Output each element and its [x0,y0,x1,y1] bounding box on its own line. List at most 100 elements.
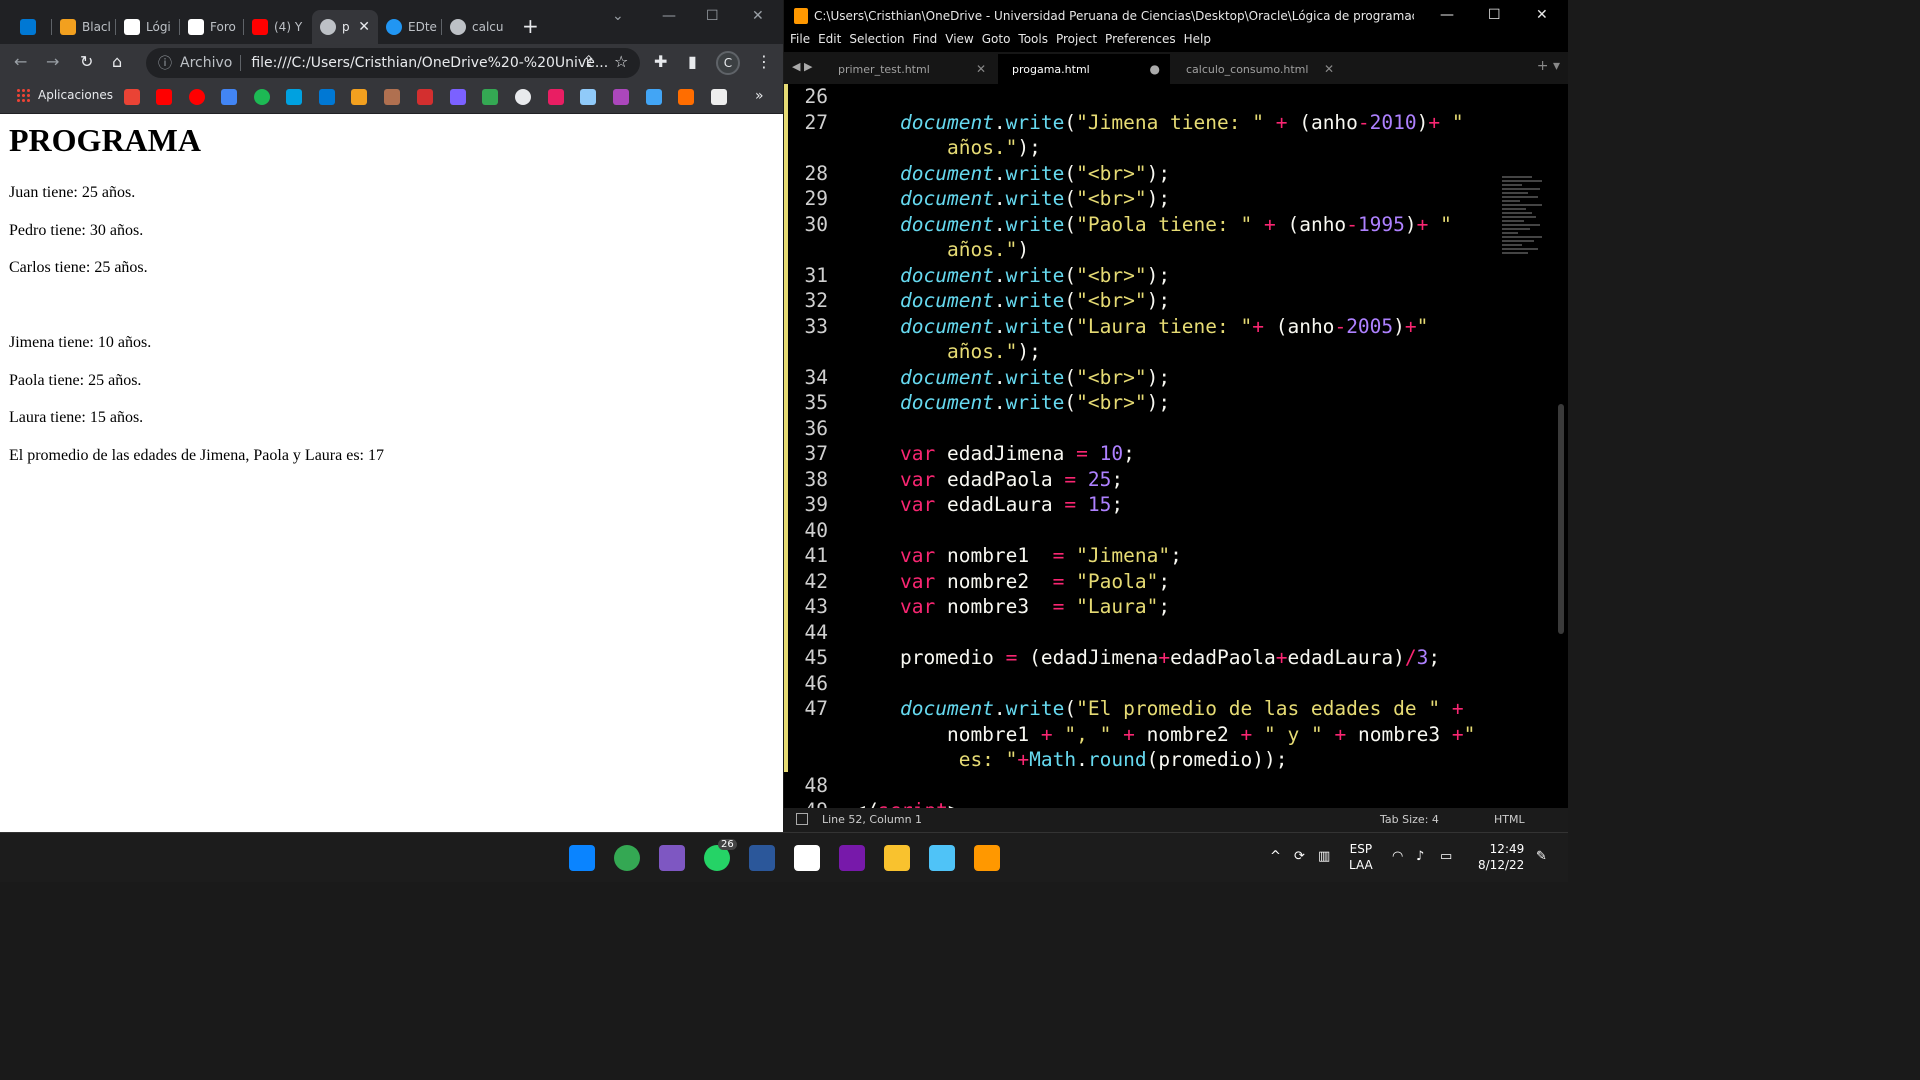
file-explorer-icon[interactable] [884,845,910,871]
performance-icon[interactable]: ▥ [1318,849,1330,864]
battery-icon[interactable]: ▭ [1440,849,1452,864]
browser-tab-8[interactable]: calcu [442,10,506,44]
menu-goto[interactable]: Goto [982,32,1011,52]
notion-icon[interactable] [794,845,820,871]
back-icon[interactable]: ← [14,52,27,71]
sync-icon[interactable]: ⟳ [1294,849,1305,864]
close-icon[interactable]: ✕ [976,62,986,76]
spotify-icon[interactable] [254,89,270,105]
drive-icon[interactable] [482,89,498,105]
browser-tab-2[interactable]: Blacl [52,10,116,44]
address-url: file:///C:/Users/Cristhian/OneDrive%20-%… [251,55,609,71]
status-bar: Line 52, Column 1 Tab Size: 4 HTML [784,808,1568,832]
bookmark-icon[interactable] [351,89,367,105]
browser-tab-outlook[interactable] [12,10,52,44]
taskbar: 26 ^ ⟳ ▥ ESP LAA ◠ ♪ ▭ 12:49 8/12/22 ✎ [0,832,1568,882]
tab-size[interactable]: Tab Size: 4 [1380,813,1439,826]
onenote-icon[interactable] [839,845,865,871]
language-indicator[interactable]: ESP LAA [1349,841,1373,873]
browser-tab-active[interactable]: p ✕ [312,10,378,44]
panel-toggle-icon[interactable] [796,813,808,825]
menu-find[interactable]: Find [913,32,938,52]
close-window-button[interactable]: ✕ [752,8,764,24]
address-bar[interactable]: ⓘ Archivo file:///C:/Users/Cristhian/One… [146,48,640,78]
youtube-music-icon[interactable] [189,89,205,105]
minimap[interactable] [1502,174,1546,294]
bookmark-icon[interactable] [548,89,564,105]
info-icon[interactable]: ⓘ [158,53,172,73]
close-icon[interactable]: ✕ [1324,62,1334,76]
translate-icon[interactable] [221,89,237,105]
salesforce-icon[interactable] [286,89,302,105]
code-line: 30 document.write("Paola tiene: " + (anho… [804,212,1452,236]
browser-tab-youtube[interactable]: (4) Y [244,10,310,44]
bookmark-icon[interactable] [613,89,629,105]
browser-tab-4[interactable]: Foro [180,10,244,44]
profile-avatar[interactable]: C [716,51,740,75]
wifi-icon[interactable]: ◠ [1392,849,1403,864]
home-icon[interactable]: ⌂ [112,52,122,71]
minimize-button[interactable]: — [662,8,676,24]
extensions-icon[interactable]: ✚ [654,52,667,71]
chrome-icon[interactable] [614,845,640,871]
bookmark-icon[interactable] [580,89,596,105]
code-area[interactable]: 26 27 document.write("Jimena tiene: " + (… [784,84,1568,808]
menu-tools[interactable]: Tools [1018,32,1048,52]
volume-icon[interactable]: ♪ [1416,849,1424,864]
menu-view[interactable]: View [945,32,973,52]
github-icon[interactable] [515,89,531,105]
menu-file[interactable]: File [790,32,810,52]
new-tab-button[interactable]: + [522,14,539,38]
syntax-mode[interactable]: HTML [1494,813,1525,826]
bookmark-star-icon[interactable]: ☆ [614,52,628,71]
tab-progama[interactable]: progama.html ● [998,54,1170,84]
menu-icon[interactable]: ⋮ [756,52,772,71]
sy-icon[interactable] [417,89,433,105]
forward-icon[interactable]: → [46,52,59,71]
close-window-button[interactable]: ✕ [1536,7,1548,23]
gear-bookmark-icon[interactable] [678,89,694,105]
modified-dot-icon[interactable]: ● [1150,62,1160,76]
tab-calculo-consumo[interactable]: calculo_consumo.html ✕ [1172,54,1344,84]
sublime-text-icon[interactable] [974,845,1000,871]
tray-overflow-icon[interactable]: ^ [1270,849,1281,864]
outlook-icon[interactable] [319,89,335,105]
minimize-button[interactable]: — [1440,7,1454,23]
side-panel-icon[interactable]: ▮ [688,52,697,71]
vertical-scrollbar[interactable] [1558,404,1564,634]
menu-help[interactable]: Help [1184,32,1211,52]
tab-primer-test[interactable]: primer_test.html ✕ [824,54,996,84]
bookmark-icon[interactable] [711,89,727,105]
maximize-button[interactable]: ☐ [706,8,719,24]
gmail-icon[interactable] [124,89,140,105]
menu-preferences[interactable]: Preferences [1105,32,1176,52]
tab-search-icon[interactable]: ⌄ [612,8,624,24]
visual-studio-icon[interactable] [659,845,685,871]
notifications-icon[interactable]: ✎ [1536,849,1547,864]
bookmark-apps[interactable]: Aplicaciones [16,88,113,102]
notepad-icon[interactable] [929,845,955,871]
clock[interactable]: 12:49 8/12/22 [1478,841,1524,873]
bookmark-icon[interactable] [646,89,662,105]
bookmark-icon[interactable] [450,89,466,105]
close-tab-icon[interactable]: ✕ [358,19,370,35]
menu-edit[interactable]: Edit [818,32,841,52]
maximize-button[interactable]: ☐ [1488,7,1501,23]
browser-tab-3[interactable]: Lógi [116,10,180,44]
code-line: años.") [946,238,1030,261]
tab-scroll-arrows-icon[interactable]: ◀ ▶ [792,60,812,73]
code-line: 34 document.write("<br>"); [804,365,1171,389]
menu-project[interactable]: Project [1056,32,1097,52]
avatar-bookmark-icon[interactable] [384,89,400,105]
youtube-icon[interactable] [156,89,172,105]
windows-start-icon[interactable] [569,845,595,871]
reload-icon[interactable]: ↻ [80,52,93,71]
share-icon[interactable]: ⇪ [582,52,595,71]
output-line: El promedio de las edades de Jimena, Pao… [9,447,384,464]
browser-tab-7[interactable]: EDte [378,10,442,44]
code-line: 36 [804,416,828,440]
bookmarks-more-icon[interactable]: » [755,88,764,104]
word-icon[interactable] [749,845,775,871]
new-tab-icon[interactable]: + ▾ [1537,58,1560,74]
menu-selection[interactable]: Selection [849,32,904,52]
